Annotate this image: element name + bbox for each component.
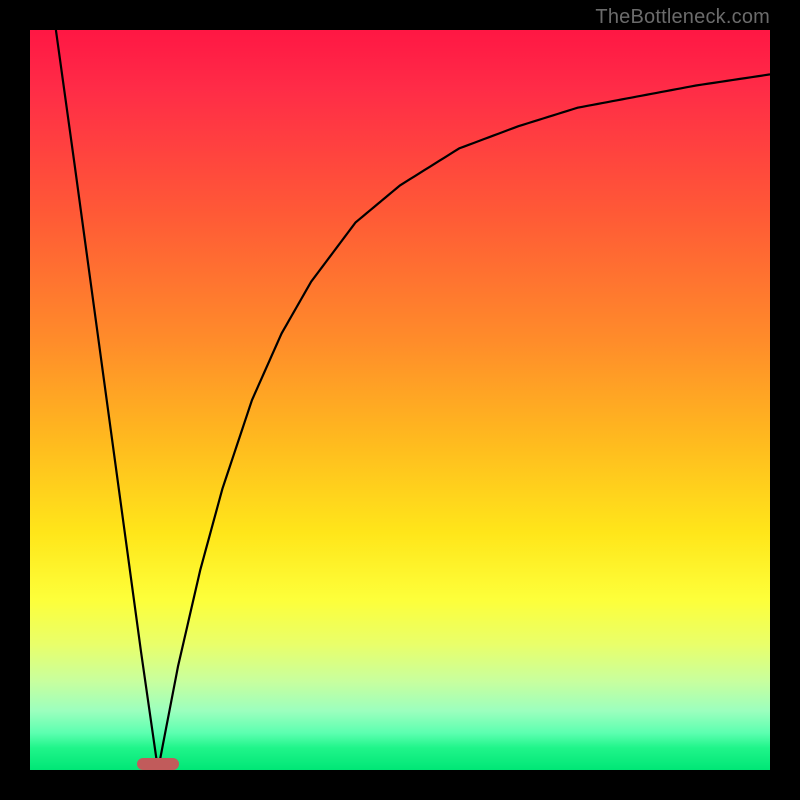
watermark-text: TheBottleneck.com	[595, 6, 770, 29]
bottleneck-marker	[137, 758, 179, 770]
curve-layer	[30, 30, 770, 770]
curve-right-branch	[158, 74, 770, 770]
plot-area	[30, 30, 770, 770]
curve-left-branch	[56, 30, 158, 770]
chart-frame: TheBottleneck.com	[0, 0, 800, 800]
